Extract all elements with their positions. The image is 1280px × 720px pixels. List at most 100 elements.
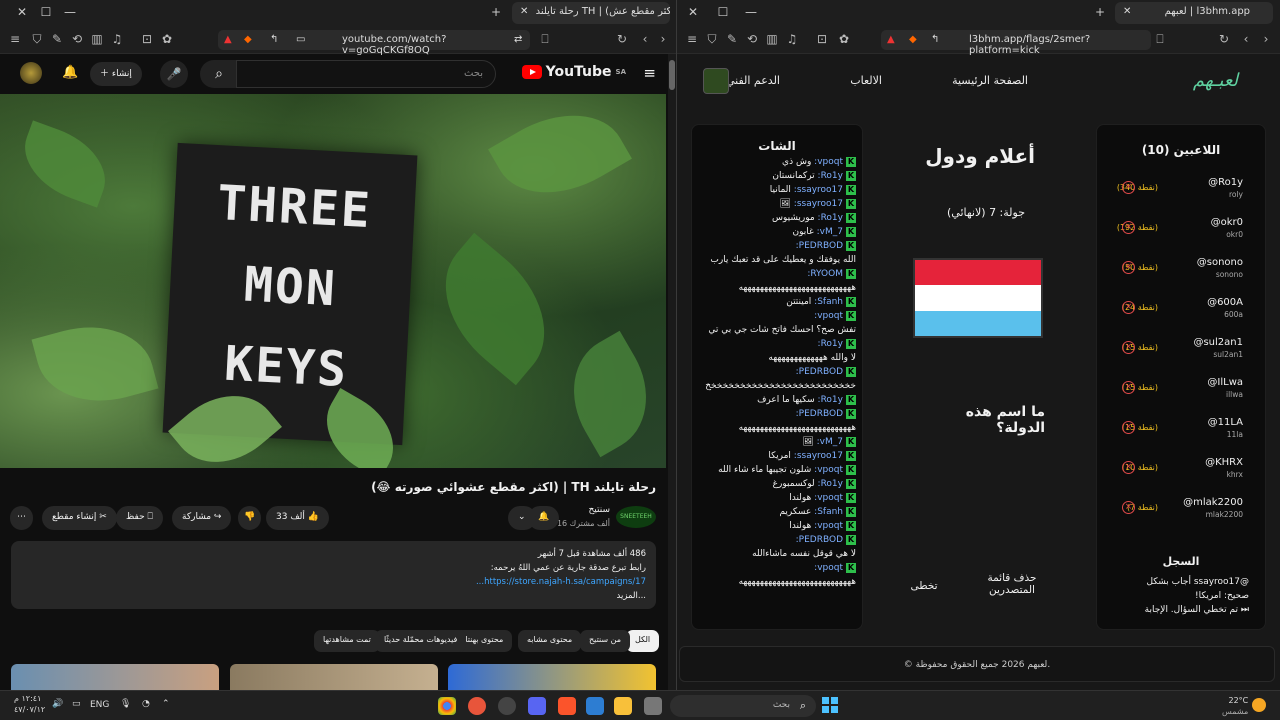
- remove-player-icon[interactable]: ×: [1122, 501, 1135, 514]
- recommended-thumbnail[interactable]: [230, 664, 438, 690]
- tab-close-icon[interactable]: ✕: [1123, 6, 1131, 17]
- chip-all[interactable]: الكل: [626, 630, 660, 652]
- chat-username[interactable]: ssayroo17:: [791, 185, 843, 195]
- clock[interactable]: ١٢:٤١ م ٤٧/٠٧/١٢: [14, 693, 45, 715]
- chat-username[interactable]: Ro1y:: [818, 339, 843, 349]
- sidebar-icon[interactable]: ▥: [90, 32, 104, 46]
- donation-link[interactable]: https://store.najah-h.sa/campaigns/17...: [21, 575, 646, 589]
- back-icon[interactable]: ‹: [638, 32, 652, 46]
- sidebar-icon[interactable]: ▥: [765, 32, 779, 46]
- chat-username[interactable]: PEDRBOD:: [796, 367, 843, 377]
- chrome-icon[interactable]: [438, 697, 456, 715]
- share-button[interactable]: مشاركة ↪: [172, 506, 232, 530]
- chip-watched[interactable]: تمت مشاهدتها: [314, 630, 380, 652]
- chat-username[interactable]: vM_7:: [814, 227, 843, 237]
- show-hidden-icons[interactable]: ⌃: [162, 699, 170, 709]
- brave-rewards-icon[interactable]: ▲: [224, 34, 232, 45]
- search-button-icon[interactable]: ⌕: [200, 60, 238, 88]
- new-tab-icon[interactable]: +: [488, 5, 504, 19]
- chat-username[interactable]: vpoqt:: [814, 563, 843, 573]
- chip-recent[interactable]: فيديوهات محمّلة حديثًا: [375, 630, 467, 652]
- site-logo[interactable]: لعبـهم: [1193, 70, 1238, 91]
- remove-player-icon[interactable]: ×: [1122, 341, 1135, 354]
- bookmark-icon[interactable]: ⎕: [1153, 32, 1167, 46]
- volume-icon[interactable]: 🔊: [52, 699, 63, 709]
- chat-username[interactable]: PEDRBOD:: [796, 409, 843, 419]
- history-icon[interactable]: ⟲: [745, 32, 759, 46]
- forward-icon[interactable]: ›: [1259, 32, 1273, 46]
- chat-username[interactable]: Sfanh:: [811, 507, 843, 517]
- chat-username[interactable]: vM_7:: [814, 437, 843, 447]
- taskbar-search[interactable]: ⌕ بحث: [670, 695, 816, 717]
- close-window-icon[interactable]: ✕: [14, 5, 30, 19]
- scrollbar-thumb[interactable]: [669, 60, 675, 90]
- minimize-icon[interactable]: —: [62, 5, 78, 19]
- file-explorer-icon[interactable]: [614, 697, 632, 715]
- taskview-icon[interactable]: [644, 697, 662, 715]
- maximize-icon[interactable]: ☐: [715, 5, 731, 19]
- wallet-icon[interactable]: ✎: [50, 32, 64, 46]
- screenshot-icon[interactable]: ⊡: [815, 32, 829, 46]
- display-icon[interactable]: ▭: [296, 34, 305, 45]
- chat-messages[interactable]: Kvpoqt: وش ذي KRo1y: تركمانستان Kssayroo17…: [702, 155, 856, 623]
- chat-username[interactable]: RYOOM:: [807, 269, 843, 279]
- obs-icon[interactable]: [498, 697, 516, 715]
- back-icon[interactable]: ‹: [1239, 32, 1253, 46]
- chat-username[interactable]: vpoqt:: [811, 493, 843, 503]
- show-more-link[interactable]: ...المزيد: [21, 589, 647, 603]
- language-indicator[interactable]: ENG: [90, 700, 109, 710]
- page-scrollbar[interactable]: [668, 54, 676, 690]
- forward-icon[interactable]: ›: [656, 32, 670, 46]
- user-avatar[interactable]: [703, 68, 729, 94]
- chat-username[interactable]: Sfanh:: [811, 297, 843, 307]
- recommended-thumbnail[interactable]: [11, 664, 219, 690]
- chat-username[interactable]: vpoqt:: [811, 465, 843, 475]
- channel-avatar[interactable]: SNEETEEH: [616, 506, 656, 528]
- more-actions-icon[interactable]: ⋯: [10, 506, 33, 530]
- chat-username[interactable]: PEDRBOD:: [796, 241, 843, 251]
- discord-icon[interactable]: [528, 697, 546, 715]
- chat-username[interactable]: PEDRBOD:: [796, 535, 843, 545]
- remove-player-icon[interactable]: ×: [1122, 221, 1135, 234]
- tune-icon[interactable]: ⇄: [514, 34, 522, 45]
- hamburger-menu-icon[interactable]: ≡: [643, 64, 656, 82]
- shield-icon[interactable]: ⛉: [30, 32, 44, 46]
- chat-username[interactable]: ssayroo17:: [791, 451, 843, 461]
- reload-icon[interactable]: ↻: [615, 32, 629, 46]
- menu-icon[interactable]: ≡: [685, 32, 699, 46]
- windows-start-icon[interactable]: [822, 697, 838, 713]
- skip-button[interactable]: تخطى: [899, 580, 949, 592]
- reset-leaderboard-button[interactable]: حذف قائمة المتصدرين: [977, 572, 1047, 596]
- chip-similar[interactable]: محتوى مشابه: [518, 630, 582, 652]
- notifications-bell-icon[interactable]: 🔔: [62, 65, 78, 80]
- app-tray-icon[interactable]: ◔: [142, 699, 150, 709]
- video-description[interactable]: 486 ألف مشاهدة قبل 7 أشهر رابط تبرع صدقة…: [11, 541, 656, 609]
- like-button[interactable]: 33 ألف 👍: [266, 506, 329, 530]
- channel-name[interactable]: سنتيح: [589, 505, 611, 515]
- search-input[interactable]: بحث: [236, 60, 496, 88]
- remove-player-icon[interactable]: ×: [1122, 301, 1135, 314]
- store-icon[interactable]: [586, 697, 604, 715]
- reader-icon[interactable]: ↰: [931, 34, 939, 45]
- brave-shields-icon[interactable]: ◆: [244, 34, 252, 45]
- chip-from-channel[interactable]: من سنتيح: [580, 630, 631, 652]
- network-icon[interactable]: ▭: [72, 699, 81, 709]
- dislike-button[interactable]: 👎: [238, 506, 262, 530]
- chat-username[interactable]: ssayroo17:: [791, 199, 843, 209]
- weather-widget[interactable]: 22°C مشمس: [1222, 695, 1248, 717]
- brave-rewards-icon[interactable]: ▲: [887, 34, 895, 45]
- tab-close-icon[interactable]: ✕: [520, 6, 528, 17]
- create-button[interactable]: ＋ إنشاء: [90, 62, 142, 86]
- close-window-icon[interactable]: ✕: [685, 5, 701, 19]
- remove-player-icon[interactable]: ×: [1122, 421, 1135, 434]
- voice-search-mic-icon[interactable]: 🎤: [160, 60, 188, 88]
- new-tab-icon[interactable]: +: [1092, 5, 1108, 19]
- remove-player-icon[interactable]: ×: [1122, 381, 1135, 394]
- chat-username[interactable]: vpoqt:: [811, 521, 843, 531]
- wallet-icon[interactable]: ✎: [725, 32, 739, 46]
- shield-icon[interactable]: ⛉: [705, 32, 719, 46]
- app-icon[interactable]: [468, 697, 486, 715]
- user-avatar[interactable]: [20, 62, 42, 84]
- remove-player-icon[interactable]: ×: [1122, 181, 1135, 194]
- nav-support[interactable]: الدعم الفني: [726, 74, 780, 87]
